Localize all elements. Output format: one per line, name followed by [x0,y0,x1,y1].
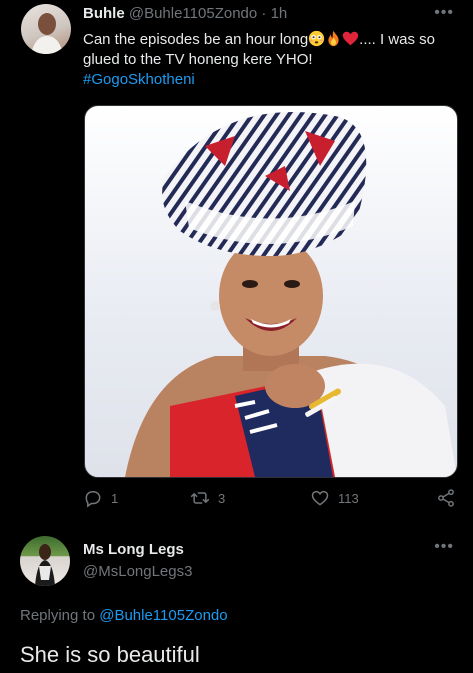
retweet-count: 3 [218,490,226,506]
avatar[interactable] [20,536,70,586]
hashtag-link[interactable]: #GogoSkhotheni [83,71,195,88]
replying-prefix: Replying to [20,607,96,624]
tweet[interactable]: Buhle @Buhle1105Zondo · 1h ••• Can the e… [0,0,473,520]
tweet-actions: 1 3 113 [83,488,463,512]
heart-icon [311,490,329,506]
replying-to-link[interactable]: @Buhle1105Zondo [99,607,227,624]
reply-count: 1 [111,490,119,506]
replying-to: Replying to @Buhle1105Zondo [20,607,228,624]
user-handle[interactable]: @Buhle1105Zondo [129,5,257,22]
avatar[interactable] [21,4,71,54]
like-button[interactable]: 113 [310,488,359,508]
more-horizontal-icon[interactable]: ••• [434,538,454,556]
tweet-text-part: Can the episodes be an hour long [83,31,309,48]
tweet-header: Buhle @Buhle1105Zondo · 1h [83,5,287,22]
red-heart-emoji [343,31,359,46]
share-icon [438,489,454,507]
retweet-button[interactable]: 3 [190,488,225,508]
tweet-text: Can the episodes be an hour long.... I w… [83,30,463,90]
tweet-media-image[interactable] [84,105,458,478]
timestamp[interactable]: 1h [271,5,288,22]
user-handle[interactable]: @MsLongLegs3 [83,563,192,580]
reply-button[interactable]: 1 [83,488,118,508]
more-horizontal-icon[interactable]: ••• [434,4,454,22]
reply-icon [85,491,101,508]
retweet-icon [190,492,210,504]
reply-text: She is so beautiful [20,642,200,667]
share-button[interactable] [436,488,456,508]
separator-dot: · [261,5,267,22]
display-name[interactable]: Ms Long Legs [83,541,184,558]
display-name[interactable]: Buhle [83,5,125,22]
fire-emoji [328,30,339,47]
like-count: 113 [338,490,359,506]
flushed-face-emoji [309,30,325,47]
